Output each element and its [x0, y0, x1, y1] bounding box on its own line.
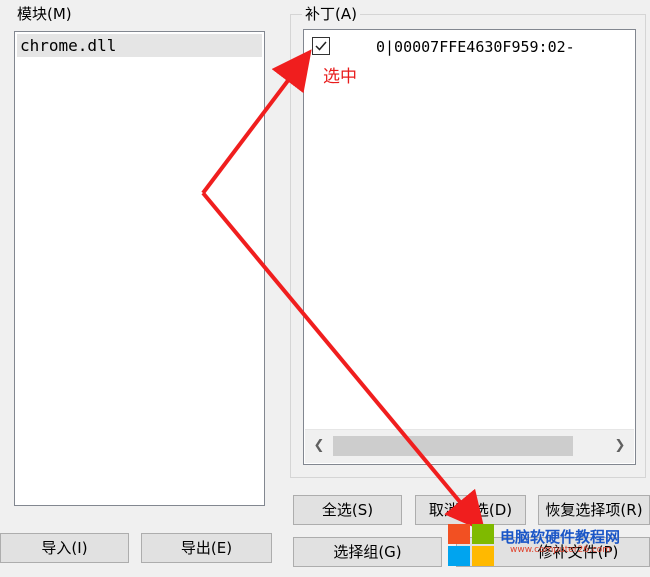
patch-horizontal-scrollbar[interactable]: ❮ ❯	[305, 429, 634, 463]
check-mark-icon	[315, 41, 327, 51]
chevron-right-icon[interactable]: ❯	[610, 436, 630, 456]
module-list-item[interactable]: chrome.dll	[17, 34, 262, 57]
select-all-button[interactable]: 全选(S)	[293, 495, 402, 525]
patch-list-item[interactable]: 0|00007FFE4630F959:02-	[306, 32, 633, 60]
import-button[interactable]: 导入(I)	[0, 533, 129, 563]
windows-logo-icon	[448, 524, 494, 566]
deselect-all-button[interactable]: 取消全选(D)	[415, 495, 526, 525]
annotation-selected-label: 选中	[323, 67, 357, 87]
patch-checkbox[interactable]	[312, 37, 330, 55]
modules-listbox[interactable]: chrome.dll	[14, 31, 265, 506]
select-group-button[interactable]: 选择组(G)	[293, 537, 442, 567]
watermark-url: www.computer26.com	[510, 545, 612, 555]
chevron-left-icon[interactable]: ❮	[309, 436, 329, 456]
patch-item-text: 0|00007FFE4630F959:02-	[376, 38, 575, 56]
patch-listbox[interactable]: 0|00007FFE4630F959:02- ❮ ❯	[303, 29, 636, 465]
watermark-title: 电脑软硬件教程网	[500, 528, 621, 546]
export-button[interactable]: 导出(E)	[141, 533, 272, 563]
modules-group-title: 模块(M)	[14, 5, 75, 23]
patch-group-title: 补丁(A)	[302, 5, 360, 23]
restore-selection-button[interactable]: 恢复选择项(R)	[538, 495, 650, 525]
scrollbar-thumb[interactable]	[333, 436, 573, 456]
